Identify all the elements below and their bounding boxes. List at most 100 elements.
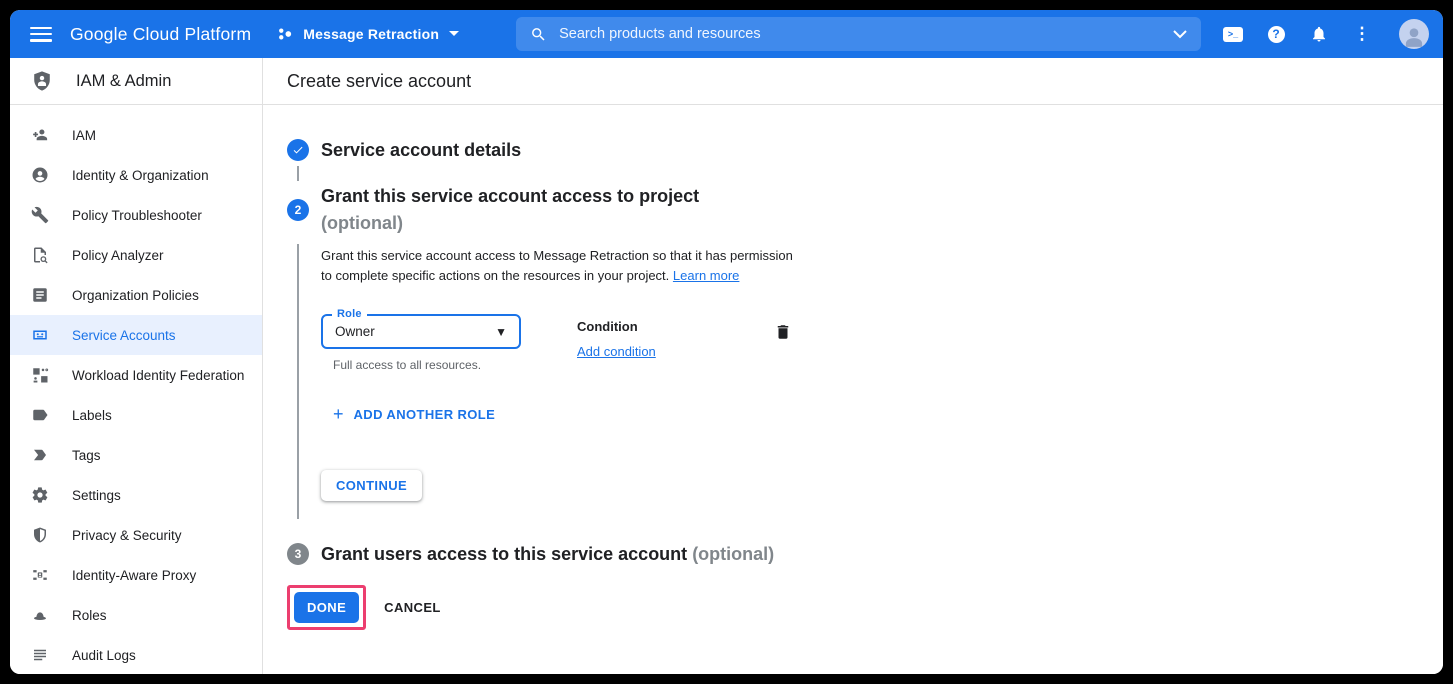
sidebar-item-label: Service Accounts <box>72 328 176 343</box>
step-3-number-badge: 3 <box>287 543 309 565</box>
sidebar-nav: IAM Identity & Organization Policy Troub… <box>10 105 262 674</box>
plus-icon: + <box>333 405 344 423</box>
step-2-header: 2 Grant this service account access to p… <box>287 186 1419 234</box>
top-navigation-bar: Google Cloud Platform Message Retraction… <box>10 10 1443 58</box>
form-actions: DONE CANCEL <box>287 585 1419 630</box>
document-icon <box>31 286 49 304</box>
annotation-highlight-box: DONE <box>287 585 366 630</box>
proxy-icon <box>31 566 49 584</box>
main-panel: Create service account Service account d… <box>263 58 1443 674</box>
audit-logs-icon <box>31 646 49 664</box>
more-options-icon[interactable]: ⋮ <box>1352 24 1372 44</box>
sidebar-item-workload-identity-federation[interactable]: Workload Identity Federation <box>10 355 262 395</box>
roles-hat-icon <box>31 606 49 624</box>
main-header: Create service account <box>263 58 1443 105</box>
step-1-completed-check-icon <box>287 139 309 161</box>
step-2-description: Grant this service account access to Mes… <box>321 244 803 286</box>
sidebar-item-label: Organization Policies <box>72 288 199 303</box>
sidebar-item-label: Identity & Organization <box>72 168 209 183</box>
gcp-logo: Google Cloud Platform <box>70 24 251 45</box>
role-condition-row: Role Owner ▼ Full access to all resource… <box>321 314 1419 372</box>
iam-shield-icon <box>31 70 53 92</box>
cloud-shell-icon[interactable]: >_ <box>1223 24 1243 44</box>
done-button[interactable]: DONE <box>294 592 359 623</box>
step-3-title: Grant users access to this service accou… <box>321 544 774 565</box>
sidebar-item-policy-analyzer[interactable]: Policy Analyzer <box>10 235 262 275</box>
hamburger-menu-icon[interactable] <box>30 27 52 42</box>
sidebar-item-label: Roles <box>72 608 107 623</box>
search-placeholder: Search products and resources <box>559 26 1173 42</box>
role-field-label: Role <box>332 308 367 320</box>
person-add-icon <box>31 126 49 144</box>
workload-identity-icon <box>31 366 49 384</box>
sidebar: IAM & Admin IAM Identity & Organization … <box>10 58 263 674</box>
sidebar-item-roles[interactable]: Roles <box>10 595 262 635</box>
sidebar-item-label: Tags <box>72 448 101 463</box>
sidebar-item-label: Settings <box>72 488 121 503</box>
search-input[interactable]: Search products and resources <box>516 17 1201 51</box>
step-connector-line <box>297 166 299 181</box>
role-helper-text: Full access to all resources. <box>333 358 521 372</box>
condition-column: Condition Add condition <box>577 314 656 372</box>
person-circle-icon <box>31 166 49 184</box>
sidebar-item-label: Audit Logs <box>72 648 136 663</box>
sidebar-item-iam[interactable]: IAM <box>10 115 262 155</box>
sidebar-item-settings[interactable]: Settings <box>10 475 262 515</box>
sidebar-item-organization-policies[interactable]: Organization Policies <box>10 275 262 315</box>
gear-icon <box>31 486 49 504</box>
step-2-body: Grant this service account access to Mes… <box>297 244 1419 519</box>
step-3-title-text: Grant users access to this service accou… <box>321 544 687 564</box>
add-another-role-label: ADD ANOTHER ROLE <box>354 407 496 422</box>
trash-icon <box>774 322 792 342</box>
help-icon[interactable]: ? <box>1266 24 1286 44</box>
wrench-icon <box>31 206 49 224</box>
sidebar-item-label: Privacy & Security <box>72 528 182 543</box>
project-name: Message Retraction <box>303 26 439 42</box>
step-2-optional-label: (optional) <box>321 213 699 234</box>
sidebar-item-label: Identity-Aware Proxy <box>72 568 196 583</box>
tag-icon <box>31 446 49 464</box>
browser-window: Google Cloud Platform Message Retraction… <box>10 10 1443 674</box>
delete-role-button[interactable] <box>774 322 794 342</box>
step-1-service-account-details: Service account details <box>287 139 1419 161</box>
page-title: Create service account <box>287 71 471 92</box>
role-selected-value: Owner <box>335 324 495 339</box>
policy-analyzer-icon <box>31 246 49 264</box>
shield-icon <box>31 526 49 544</box>
sidebar-header: IAM & Admin <box>10 58 262 105</box>
create-service-account-form: Service account details 2 Grant this ser… <box>263 105 1443 630</box>
sidebar-item-tags[interactable]: Tags <box>10 435 262 475</box>
step-1-title: Service account details <box>321 140 521 161</box>
project-selector[interactable]: Message Retraction <box>275 24 468 44</box>
continue-button[interactable]: CONTINUE <box>321 470 422 501</box>
role-dropdown[interactable]: Role Owner ▼ <box>321 314 521 349</box>
cancel-button[interactable]: CANCEL <box>384 600 441 615</box>
project-grid-icon <box>275 24 295 44</box>
sidebar-item-identity-aware-proxy[interactable]: Identity-Aware Proxy <box>10 555 262 595</box>
sidebar-title: IAM & Admin <box>76 72 171 91</box>
sidebar-item-service-accounts[interactable]: Service Accounts <box>10 315 262 355</box>
avatar[interactable] <box>1399 19 1429 49</box>
sidebar-item-identity-organization[interactable]: Identity & Organization <box>10 155 262 195</box>
search-icon <box>530 26 547 43</box>
add-condition-link[interactable]: Add condition <box>577 344 656 359</box>
sidebar-item-labels[interactable]: Labels <box>10 395 262 435</box>
add-another-role-button[interactable]: + ADD ANOTHER ROLE <box>333 405 1419 423</box>
sidebar-item-policy-troubleshooter[interactable]: Policy Troubleshooter <box>10 195 262 235</box>
chevron-down-icon[interactable] <box>1173 30 1187 39</box>
step-3-optional-label: (optional) <box>692 544 774 564</box>
condition-label: Condition <box>577 319 656 334</box>
notifications-icon[interactable] <box>1309 24 1329 44</box>
topbar-actions: >_ ? ⋮ <box>1223 19 1429 49</box>
sidebar-item-label: Policy Analyzer <box>72 248 164 263</box>
sidebar-item-label: Policy Troubleshooter <box>72 208 202 223</box>
label-icon <box>31 406 49 424</box>
sidebar-item-privacy-security[interactable]: Privacy & Security <box>10 515 262 555</box>
step-2-number-badge: 2 <box>287 199 309 221</box>
dropdown-arrow-icon: ▼ <box>495 325 507 339</box>
step-2-title: Grant this service account access to pro… <box>321 186 699 207</box>
sidebar-item-audit-logs[interactable]: Audit Logs <box>10 635 262 674</box>
service-account-icon <box>31 326 49 344</box>
learn-more-link[interactable]: Learn more <box>673 268 739 283</box>
sidebar-item-label: Workload Identity Federation <box>72 368 244 383</box>
